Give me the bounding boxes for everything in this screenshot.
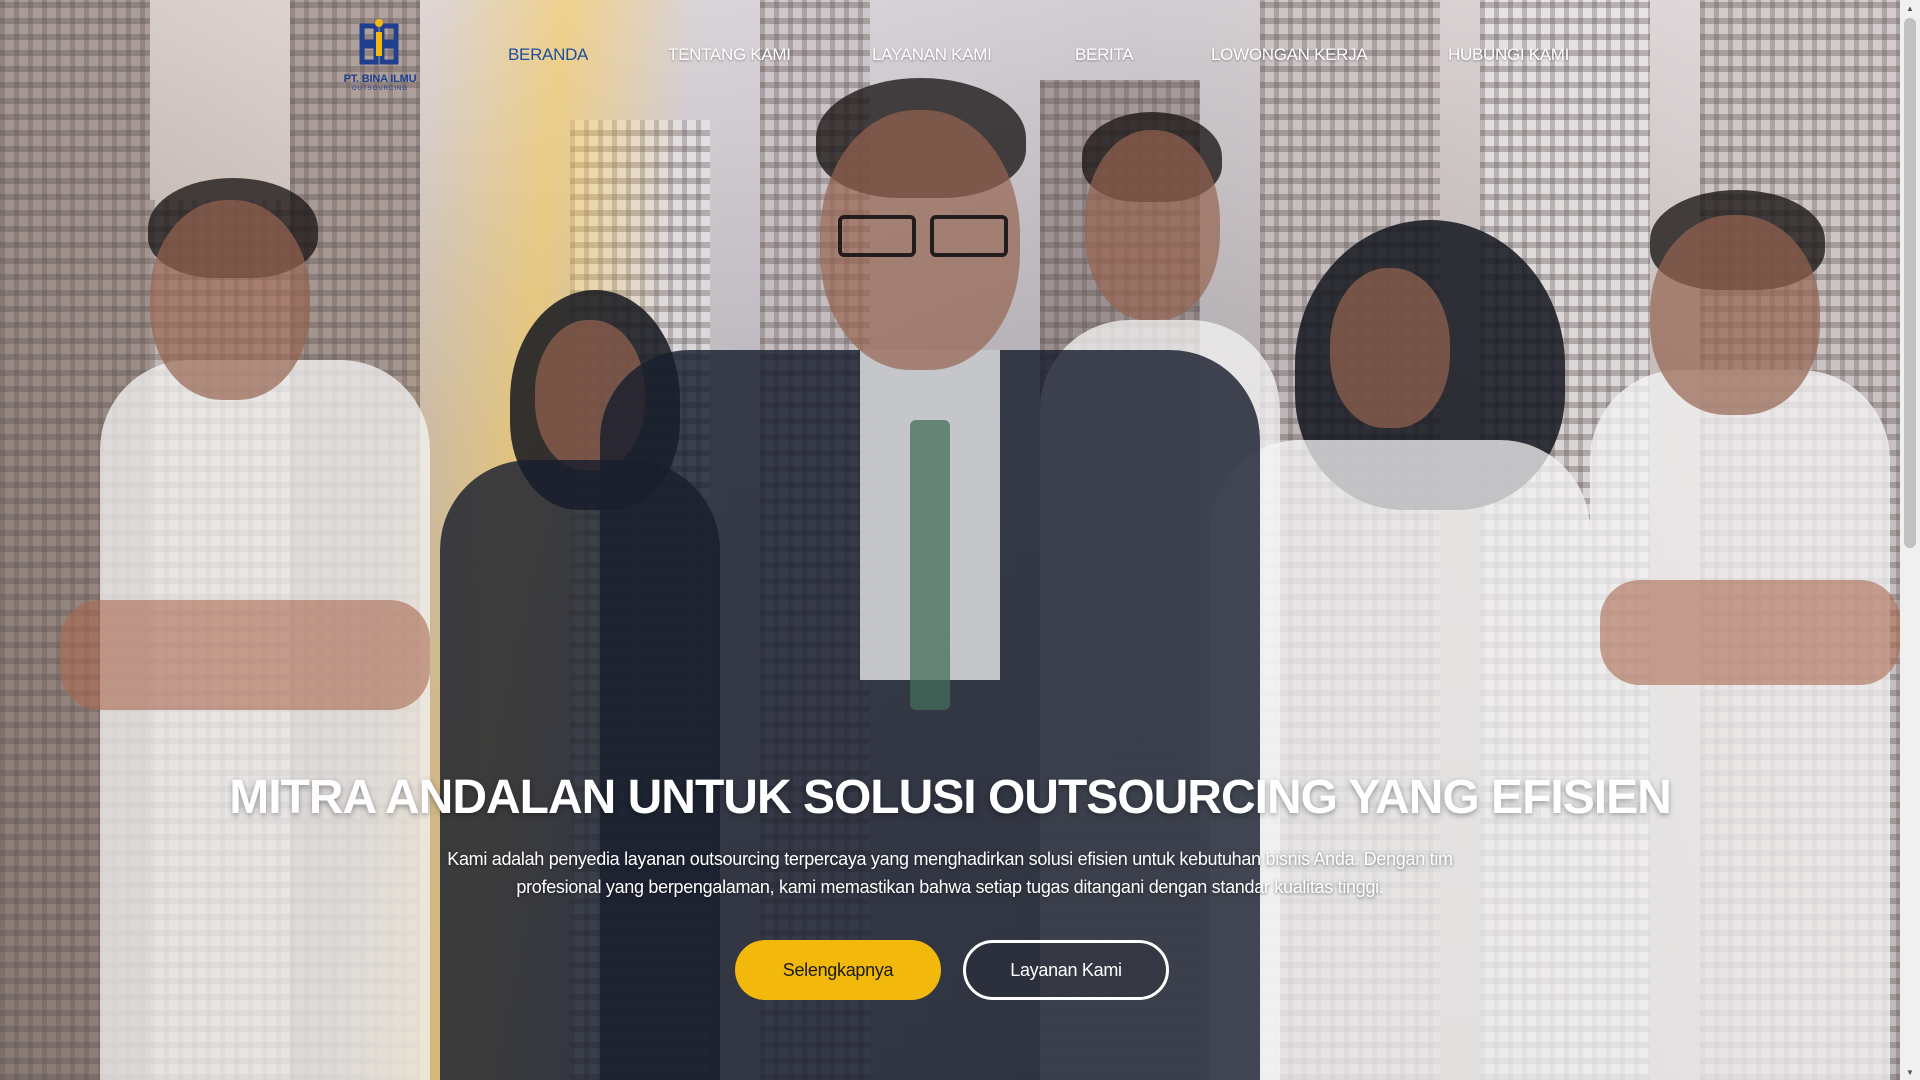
brand-logo[interactable]: PT. BINA ILMU OUTSOURCING — [340, 18, 420, 96]
nav-item-hubungi-kami[interactable]: HUBUNGI KAMI — [1448, 45, 1569, 65]
top-navigation: PT. BINA ILMU OUTSOURCING BERANDA TENTAN… — [0, 0, 1900, 110]
hero-description-line2: profesional yang berpengalaman, kami mem… — [516, 877, 1384, 897]
nav-item-lowongan-kerja[interactable]: LOWONGAN KERJA — [1211, 45, 1368, 65]
nav-item-berita[interactable]: BERITA — [1075, 45, 1134, 65]
selengkapnya-button[interactable]: Selengkapnya — [735, 940, 941, 1000]
scroll-up-icon[interactable]: ▲ — [1900, 0, 1920, 16]
nav-item-layanan-kami[interactable]: LAYANAN KAMI — [872, 45, 992, 65]
layanan-kami-button[interactable]: Layanan Kami — [963, 940, 1169, 1000]
brand-name: PT. BINA ILMU — [343, 73, 417, 85]
page-scrollbar[interactable]: ▲ ▼ — [1900, 0, 1920, 1080]
hero-description: Kami adalah penyedia layanan outsourcing… — [400, 845, 1500, 901]
scroll-thumb[interactable] — [1904, 18, 1916, 548]
hero-headline: MITRA ANDALAN UNTUK SOLUSI OUTSOURCING Y… — [229, 771, 1672, 824]
nav-item-beranda[interactable]: BERANDA — [508, 45, 588, 65]
hero-description-line1: Kami adalah penyedia layanan outsourcing… — [447, 849, 1453, 869]
brand-tagline: OUTSOURCING — [352, 86, 408, 92]
logo-icon — [359, 19, 399, 65]
hero-background — [0, 0, 1900, 1080]
nav-item-tentang-kami[interactable]: TENTANG KAMI — [668, 45, 791, 65]
scroll-down-icon[interactable]: ▼ — [1900, 1064, 1920, 1080]
